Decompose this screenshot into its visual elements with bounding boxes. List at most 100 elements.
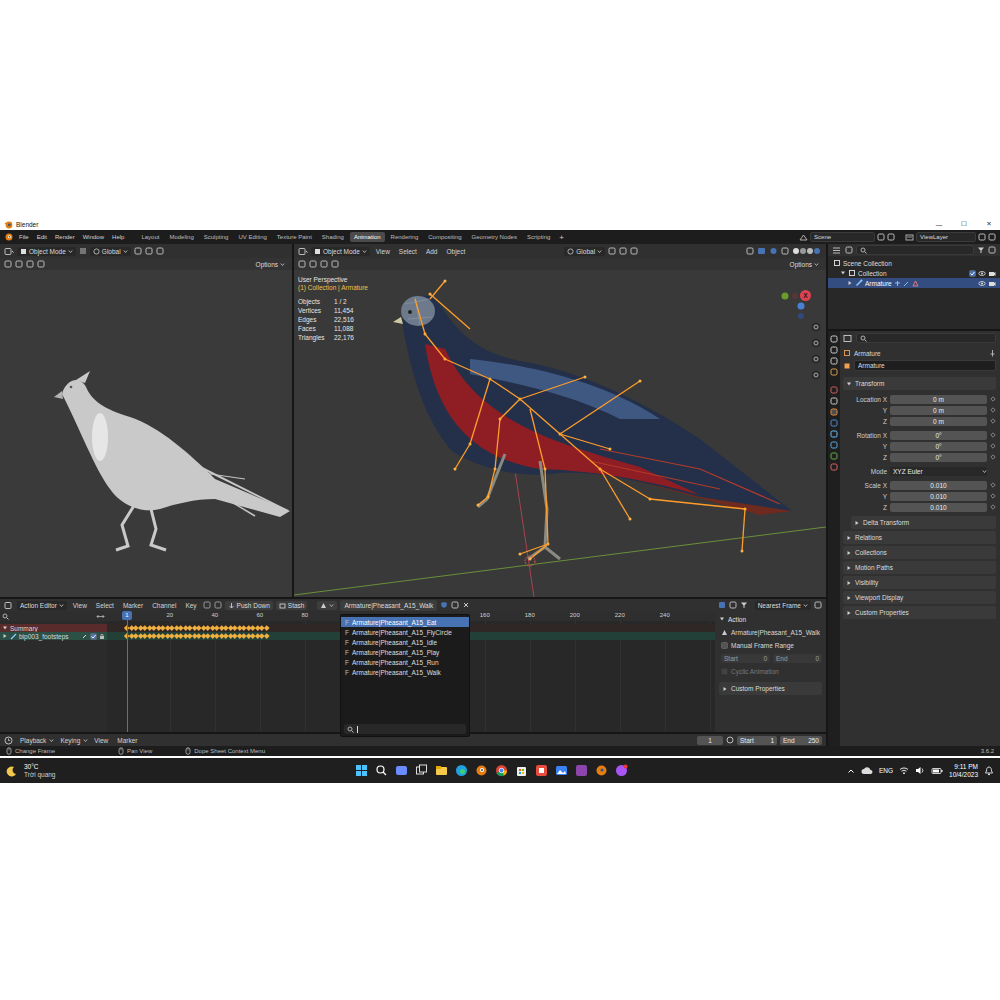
snapping-dropdown[interactable]: Nearest Frame (755, 601, 811, 610)
action-menu-label[interactable]: Armature|Pheasant_A15_Run (352, 659, 439, 666)
gizmo-toggle-icon[interactable] (757, 247, 766, 255)
transform-panel-header[interactable]: Transform (843, 377, 996, 390)
workspace-tab[interactable]: Rendering (387, 232, 423, 242)
property-field[interactable]: 0° (890, 453, 987, 462)
channel-row[interactable]: Summary (0, 624, 107, 632)
panel-expand-icon[interactable] (854, 520, 860, 526)
panel-title[interactable]: Visibility (855, 579, 878, 586)
blender-menu-icon[interactable] (4, 232, 14, 242)
end-frame-field[interactable]: End250 (780, 736, 822, 745)
window-control-button[interactable]: ☐ (953, 220, 975, 228)
start-label[interactable]: Start (724, 655, 738, 662)
properties-tab-icon[interactable] (830, 452, 838, 460)
panel-title[interactable]: Transform (855, 380, 884, 387)
subpanel-header[interactable]: Custom Properties (843, 606, 996, 619)
panel-title[interactable]: Viewport Display (855, 594, 903, 601)
keyframe-dot-icon[interactable] (990, 418, 996, 424)
action-menu-item[interactable]: FArmature|Pheasant_A15_Eat (341, 617, 469, 627)
delete-view-layer-icon[interactable] (988, 233, 996, 241)
property-value[interactable]: 0.010 (930, 504, 946, 511)
workspace-tab[interactable]: Scripting (523, 232, 554, 242)
new-scene-icon[interactable] (877, 233, 885, 241)
exclude-checkbox[interactable] (969, 270, 976, 277)
top-menu-item[interactable]: Help (109, 233, 127, 241)
start-frame-field[interactable]: Start1 (737, 736, 777, 745)
property-value[interactable]: 0 m (933, 396, 944, 403)
panel-expand-icon[interactable] (846, 381, 852, 387)
select-mode-icon[interactable] (309, 260, 317, 268)
camera-view-icon[interactable] (811, 354, 821, 364)
menu-icon[interactable] (79, 247, 87, 255)
action-panel-header[interactable]: Action (719, 614, 822, 624)
push-down-button[interactable]: Push Down (225, 601, 273, 610)
chevron-down-icon[interactable] (362, 249, 367, 254)
zoom-icon[interactable] (811, 322, 821, 332)
mode-label[interactable]: Object Mode (323, 248, 360, 255)
blender-launcher-icon[interactable] (595, 764, 608, 777)
camera-render-icon[interactable] (988, 270, 996, 277)
chevron-down-icon[interactable] (803, 603, 808, 608)
property-dropdown[interactable]: XYZ Euler (890, 467, 987, 476)
keyframe-dot-icon[interactable] (990, 407, 996, 413)
action-menu-item[interactable]: FArmature|Pheasant_A15_Play (341, 647, 469, 657)
property-value[interactable]: 0° (935, 443, 941, 450)
timeline-menu[interactable]: Keying (57, 736, 88, 745)
timeline-menu[interactable]: Marker (114, 736, 140, 745)
select-box-icon[interactable] (26, 260, 34, 268)
keyframe-dot-icon[interactable] (990, 504, 996, 510)
store-icon[interactable] (515, 764, 528, 777)
camera-render-icon[interactable] (988, 280, 996, 287)
mode-label[interactable]: Object Mode (29, 248, 66, 255)
property-value[interactable]: 0° (935, 432, 941, 439)
onedrive-cloud-icon[interactable] (861, 766, 873, 775)
timeline-menu-label[interactable]: Playback (17, 736, 49, 745)
action-search-field[interactable] (344, 724, 466, 734)
keyframe-diamond[interactable] (264, 625, 269, 630)
stash-label[interactable]: Stash (288, 602, 305, 609)
show-hidden-icons-chevron-icon[interactable] (847, 767, 855, 775)
end-label[interactable]: End (783, 737, 795, 744)
property-value[interactable]: XYZ Euler (890, 468, 923, 475)
modifier-icon[interactable] (903, 280, 910, 287)
object-name-field[interactable]: Armature (854, 360, 996, 371)
proportional-edit-icon[interactable] (630, 247, 638, 255)
snapping-label[interactable]: Nearest Frame (758, 602, 801, 609)
expand-toggle-icon[interactable] (2, 625, 8, 631)
top-menu-item[interactable]: Render (52, 233, 78, 241)
channel-name[interactable]: bip003_footsteps (19, 633, 69, 640)
properties-tab-icon[interactable] (830, 441, 838, 449)
subpanel-header[interactable]: Motion Paths (843, 561, 996, 574)
editor-mode-dropdown[interactable]: Action Editor (17, 601, 67, 610)
panel-expand-icon[interactable] (846, 565, 852, 571)
eye-icon[interactable] (978, 280, 986, 287)
timeline-menu[interactable]: Playback (17, 736, 54, 745)
mode-dropdown[interactable]: Object Mode (17, 247, 76, 256)
orientation-label[interactable]: Global (576, 248, 595, 255)
chevron-down-icon[interactable] (83, 738, 88, 743)
panel-expand-icon[interactable] (722, 686, 728, 692)
end-label[interactable]: End (776, 655, 788, 662)
widgets-icon[interactable] (395, 764, 408, 777)
window-control-button[interactable]: — (928, 221, 950, 228)
panel-expand-icon[interactable] (846, 610, 852, 616)
properties-tab-icon[interactable] (830, 386, 838, 394)
select-mode-icon[interactable] (15, 260, 23, 268)
chevron-down-icon[interactable] (329, 603, 334, 608)
top-menu-item[interactable]: File (16, 233, 32, 241)
properties-tab-icon[interactable] (830, 430, 838, 438)
pan-hand-icon[interactable] (811, 338, 821, 348)
playhead-frame-badge[interactable]: 1 (122, 611, 132, 620)
select-box-icon[interactable] (320, 260, 328, 268)
end-frame-field[interactable]: End0 (773, 654, 822, 663)
subpanel-header[interactable]: Collections (843, 546, 996, 559)
panel-expand-icon[interactable] (846, 595, 852, 601)
start-label[interactable]: Start (740, 737, 754, 744)
timeline-editor-icon[interactable] (4, 736, 14, 745)
outliner-editor-icon[interactable] (832, 246, 842, 255)
properties-tab-icon[interactable] (830, 463, 838, 471)
action-menu-label[interactable]: Armature|Pheasant_A15_Eat (352, 619, 436, 626)
panel-expand-icon[interactable] (719, 616, 725, 622)
property-field[interactable]: 0 m (890, 417, 987, 426)
viewport-menu-item[interactable]: View (373, 247, 393, 256)
unlink-action-icon[interactable] (462, 601, 470, 609)
